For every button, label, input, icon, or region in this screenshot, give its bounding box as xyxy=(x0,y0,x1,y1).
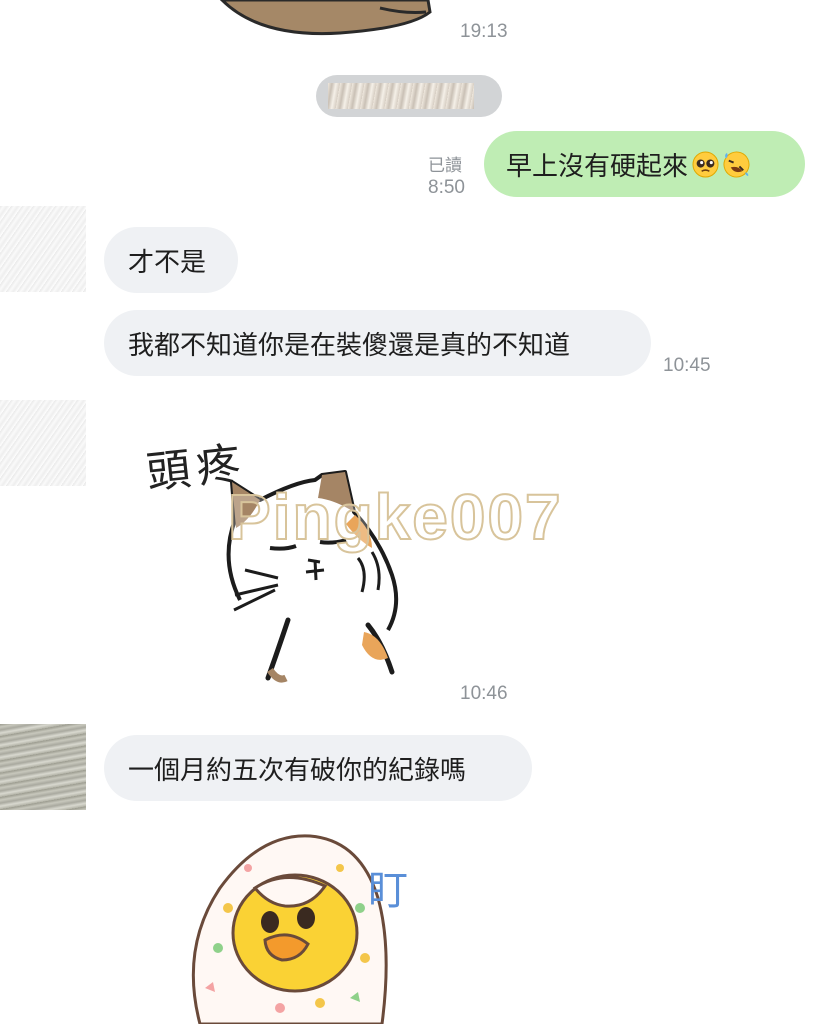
system-notice-pill xyxy=(316,75,502,117)
rolling-laughing-emoji-icon xyxy=(723,150,750,178)
pleading-face-emoji-icon xyxy=(692,150,719,178)
cat-illustration xyxy=(226,470,399,683)
outgoing-timestamp: 8:50 xyxy=(428,177,465,198)
sender-avatar[interactable] xyxy=(0,206,86,292)
incoming-message-text: 才不是 xyxy=(128,247,207,278)
chick-sticker[interactable]: 盯 xyxy=(160,828,440,1024)
chick-sticker-caption: 盯 xyxy=(368,868,408,914)
sender-avatar[interactable] xyxy=(0,724,86,810)
incoming-message-bubble[interactable]: 我都不知道你是在裝傻還是真的不知道 xyxy=(104,310,651,376)
top-sticker-timestamp: 19:13 xyxy=(460,21,508,42)
incoming-message-bubble[interactable]: 一個月約五次有破你的紀錄嗎 xyxy=(104,735,532,801)
sticker-timestamp: 10:46 xyxy=(460,683,508,704)
incoming-message-bubble[interactable]: 才不是 xyxy=(104,227,238,293)
blurred-notice-content xyxy=(328,83,474,109)
cat-sticker[interactable]: 頭疼 xyxy=(110,420,450,700)
outgoing-message-text: 早上沒有硬起來 xyxy=(506,151,689,182)
top-sticker[interactable] xyxy=(200,0,440,40)
incoming-message-text: 一個月約五次有破你的紀錄嗎 xyxy=(128,755,467,786)
outgoing-message-bubble[interactable]: 早上沒有硬起來 xyxy=(484,131,805,197)
sender-avatar[interactable] xyxy=(0,400,86,486)
read-receipt: 已讀 xyxy=(428,156,462,176)
incoming-timestamp: 10:45 xyxy=(663,355,711,376)
incoming-message-text: 我都不知道你是在裝傻還是真的不知道 xyxy=(128,330,571,361)
watermark-text: Pingke007 xyxy=(227,480,563,554)
